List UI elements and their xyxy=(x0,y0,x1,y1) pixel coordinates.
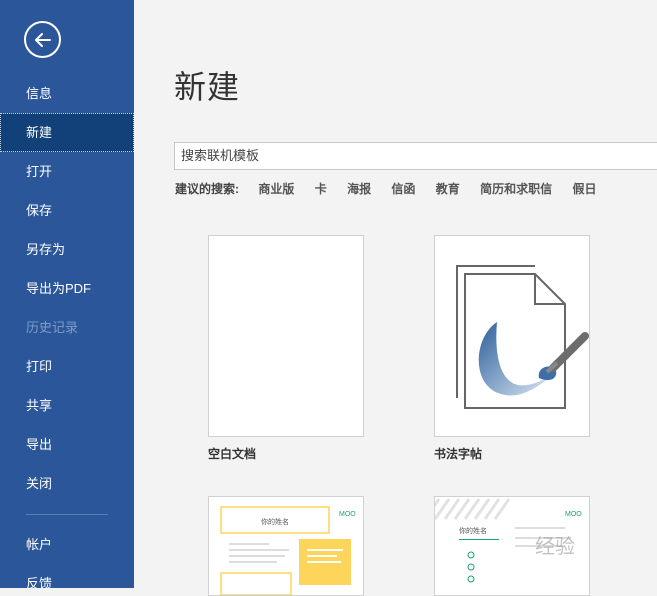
resume-striped-name-heading: 你的姓名 xyxy=(459,526,487,535)
moo-brand-label-2: MOO xyxy=(565,511,582,518)
nav-item-export[interactable]: 导出 xyxy=(0,425,134,464)
suggested-searches: 建议的搜索: 商业版 卡 海报 信函 教育 简历和求职信 假日 xyxy=(175,180,614,197)
resume-name-heading: 你的姓名 xyxy=(261,517,289,526)
nav-item-save[interactable]: 保存 xyxy=(0,191,134,230)
nav-item-open[interactable]: 打开 xyxy=(0,152,134,191)
suggested-search-letter[interactable]: 信函 xyxy=(391,182,415,196)
resume-preview: 你的姓名 MOO xyxy=(220,506,356,595)
page-title: 新建 xyxy=(174,69,241,105)
back-button[interactable] xyxy=(24,21,61,58)
nav-item-account[interactable]: 帐户 xyxy=(0,525,134,564)
template-calligraphy[interactable] xyxy=(434,235,590,437)
template-calligraphy-label: 书法字帖 xyxy=(434,447,483,461)
template-resume-striped[interactable]: 你的姓名 MOO 经验 xyxy=(434,496,590,596)
nav-item-share[interactable]: 共享 xyxy=(0,386,134,425)
suggested-search-education[interactable]: 教育 xyxy=(436,182,460,196)
nav-item-info[interactable]: 信息 xyxy=(0,74,134,113)
template-blank-document[interactable] xyxy=(208,235,364,437)
watermark-text: 经验 xyxy=(535,535,575,558)
template-resume-yellow[interactable]: 你的姓名 MOO xyxy=(208,496,364,596)
backstage-nav: 信息 新建 打开 保存 另存为 导出为PDF 历史记录 打印 共享 导出 关闭 … xyxy=(0,74,134,588)
backstage-sidebar: 信息 新建 打开 保存 另存为 导出为PDF 历史记录 打印 共享 导出 关闭 … xyxy=(0,0,134,588)
nav-separator xyxy=(26,514,108,515)
nav-item-feedback[interactable]: 反馈 xyxy=(0,564,134,588)
nav-item-new[interactable]: 新建 xyxy=(0,113,134,152)
nav-item-print[interactable]: 打印 xyxy=(0,347,134,386)
suggested-search-resume[interactable]: 简历和求职信 xyxy=(480,182,552,196)
nav-item-save-as[interactable]: 另存为 xyxy=(0,230,134,269)
nav-item-close[interactable]: 关闭 xyxy=(0,464,134,503)
calligraphy-brush-icon xyxy=(456,265,589,409)
suggested-search-business[interactable]: 商业版 xyxy=(258,182,294,196)
suggested-searches-label: 建议的搜索: xyxy=(175,182,239,196)
suggested-search-poster[interactable]: 海报 xyxy=(347,182,371,196)
suggested-search-holiday[interactable]: 假日 xyxy=(573,182,597,196)
nav-item-export-pdf[interactable]: 导出为PDF xyxy=(0,269,134,308)
resume-preview-striped: 你的姓名 MOO 经验 xyxy=(435,498,582,583)
arrow-left-icon xyxy=(34,32,51,47)
template-blank-document-label: 空白文档 xyxy=(208,447,257,461)
moo-brand-label: MOO xyxy=(339,511,356,518)
template-search-input[interactable]: 搜索联机模板 xyxy=(174,142,657,170)
suggested-search-card[interactable]: 卡 xyxy=(315,182,327,196)
new-document-pane: 新建 搜索联机模板 建议的搜索: 商业版 卡 海报 信函 教育 简历和求职信 假… xyxy=(134,0,657,596)
nav-item-history: 历史记录 xyxy=(26,320,79,335)
